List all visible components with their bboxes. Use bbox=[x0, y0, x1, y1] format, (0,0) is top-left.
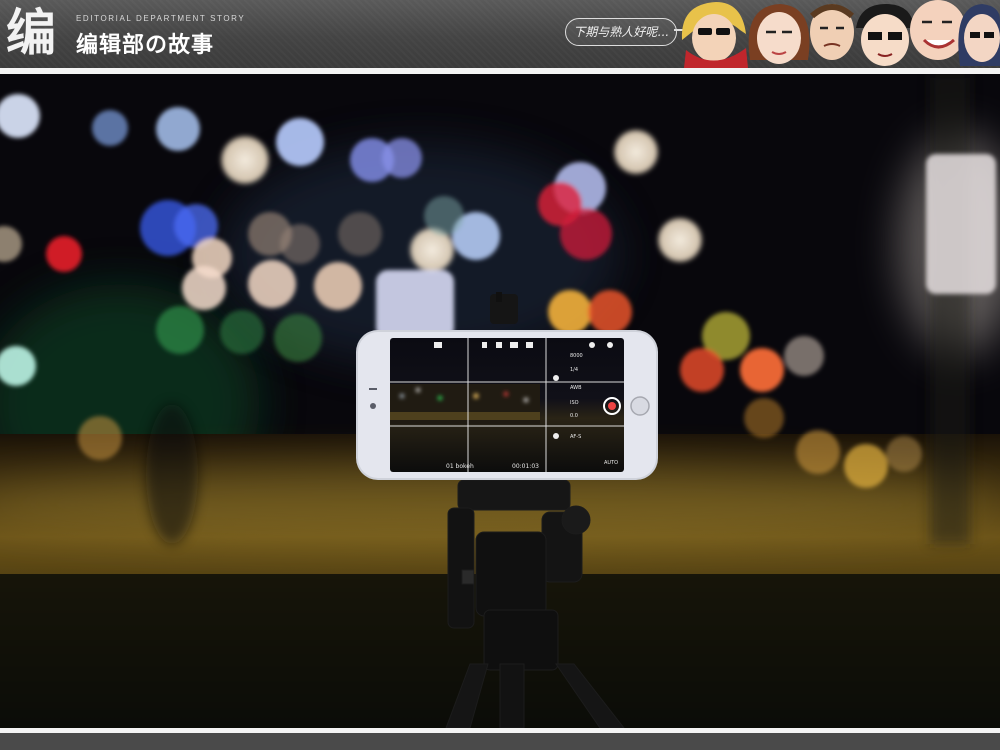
site-title[interactable]: 编辑部の故事 bbox=[76, 27, 214, 59]
night-bokeh-photo: 01 bokeh 00:01:03 8000 1/4 AWB ISO 0.0 A… bbox=[0, 74, 1000, 728]
face-1-icon bbox=[681, 2, 748, 68]
face-3-icon bbox=[809, 4, 855, 60]
face-2-icon bbox=[748, 4, 810, 64]
setting-5-label: 0.0 bbox=[570, 413, 578, 419]
speech-bubble: 下期与熟人好呢... bbox=[565, 18, 686, 46]
footer-band bbox=[0, 733, 1000, 750]
record-dot-icon bbox=[608, 402, 616, 410]
setting-1-label: 8000 bbox=[570, 353, 583, 359]
face-5-icon bbox=[910, 0, 966, 60]
smartphone: 01 bokeh 00:01:03 8000 1/4 AWB ISO 0.0 A… bbox=[356, 330, 658, 480]
setting-6-label: AF-S bbox=[570, 434, 581, 440]
photo-canvas: 01 bokeh 00:01:03 8000 1/4 AWB ISO 0.0 A… bbox=[0, 74, 1000, 728]
camera-mode-icon bbox=[434, 342, 442, 348]
status-left-label: 01 bokeh bbox=[446, 463, 474, 470]
site-logo[interactable]: 编 bbox=[6, 6, 66, 60]
site-subtitle: EDITORIAL DEPARTMENT STORY bbox=[76, 14, 246, 23]
cartoon-faces-banner bbox=[681, 0, 1000, 68]
face-4-icon bbox=[856, 4, 914, 66]
setting-7-label: AUTO bbox=[604, 460, 618, 466]
site-header: 编 EDITORIAL DEPARTMENT STORY 编辑部の故事 下期与熟… bbox=[0, 0, 1000, 68]
setting-4-label: ISO bbox=[570, 400, 579, 406]
face-6-icon bbox=[958, 4, 1000, 66]
status-right-label: 00:01:03 bbox=[512, 463, 539, 470]
setting-2-label: 1/4 bbox=[570, 367, 578, 373]
setting-3-label: AWB bbox=[570, 385, 582, 391]
